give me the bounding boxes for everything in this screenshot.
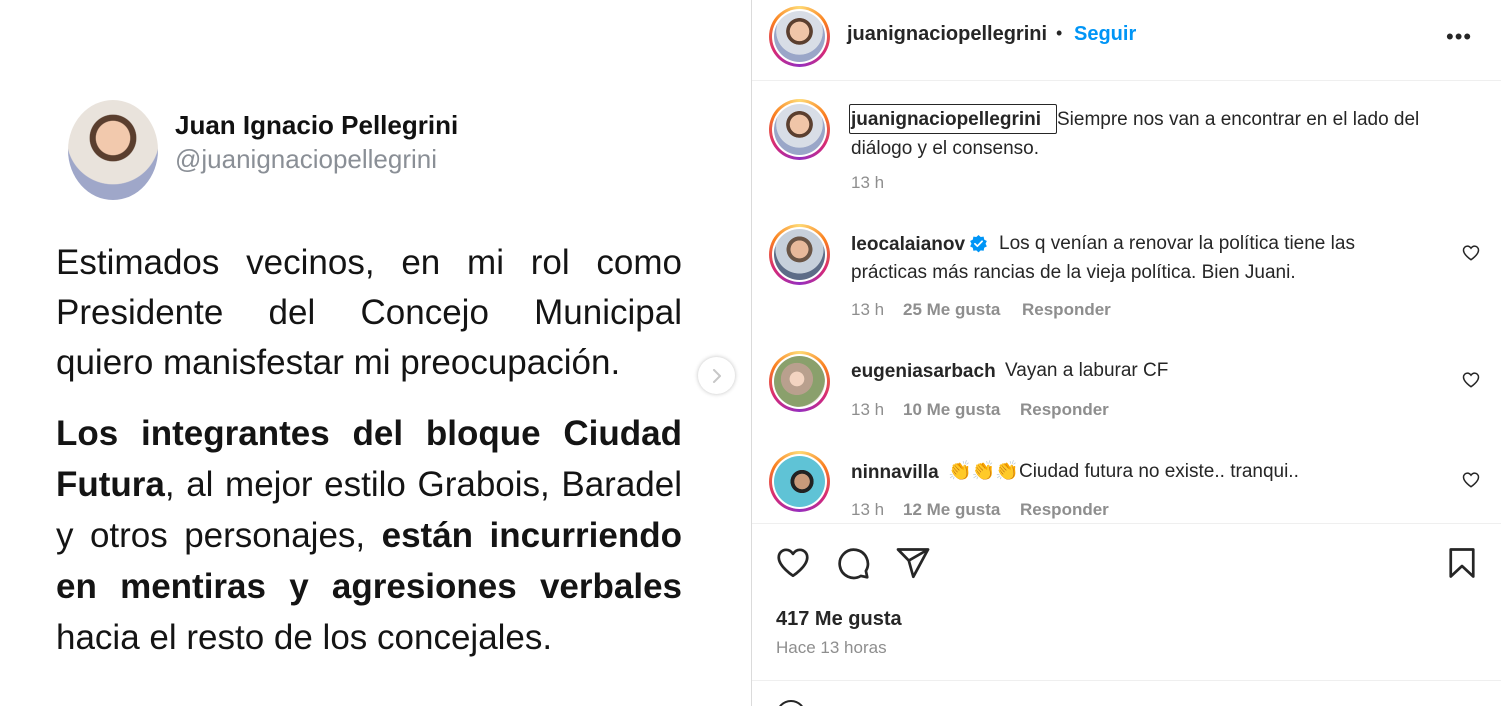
header-avatar[interactable] (769, 6, 830, 67)
comment-avatar[interactable] (769, 351, 830, 412)
tweet-avatar (68, 100, 158, 200)
comment-reply-button[interactable]: Responder (1020, 500, 1109, 520)
footer-divider (752, 680, 1501, 681)
comment-avatar[interactable] (769, 224, 830, 285)
comment-username[interactable]: eugeniasarbach (851, 361, 996, 383)
comment-text-line2: prácticas más rancias de la vieja políti… (851, 262, 1296, 283)
comment-like-icon[interactable] (1462, 371, 1480, 389)
tweet-paragraph-2: Los integrantes del bloque Ciudad Futura… (56, 408, 682, 663)
comments-divider (752, 523, 1501, 524)
comment-reply-text[interactable]: Responder (1022, 300, 1111, 319)
chevron-right-icon (712, 368, 721, 383)
header-separator: • (1056, 23, 1063, 43)
caption-text: Siempre nos van a encontrar en el lado d… (1057, 109, 1420, 130)
tweet-paragraph-1: Estimados vecinos, en mi rol como Presid… (56, 243, 682, 382)
post-image: Juan Ignacio Pellegrini @juanignaciopell… (0, 0, 751, 706)
comment-reply-text[interactable]: Responder (1020, 500, 1109, 519)
comment-time: 13 h (851, 500, 885, 519)
caption-username[interactable]: juanignaciopellegrini (851, 109, 1041, 131)
header-divider (752, 80, 1501, 81)
comment-username-text[interactable]: leocalaianov (851, 234, 965, 255)
comment-text: Vayan a laburar CF (1005, 360, 1169, 381)
comment-reply-text[interactable]: Responder (1020, 400, 1109, 419)
tweet-author-name: Juan Ignacio Pellegrini (175, 110, 459, 140)
side-panel: juanignaciopellegrini • Seguir ••• juani… (752, 0, 1501, 706)
comment-text: 👏👏👏Ciudad futura no existe.. tranqui.. (948, 461, 1299, 482)
comment-time: 13 h (851, 300, 885, 319)
comment-likes[interactable]: 10 Me gusta (903, 400, 1000, 420)
tweet-author-handle: @juanignaciopellegrini (175, 144, 438, 174)
emoji-icon[interactable] (776, 700, 806, 706)
caption-time: 13 h (851, 173, 885, 192)
header-username[interactable]: juanignaciopellegrini (847, 23, 1047, 46)
comment-text: Los q venían a renovar la política tiene… (999, 233, 1355, 254)
comment-likes[interactable]: 25 Me gusta (903, 300, 1000, 320)
post-like-count[interactable]: 417 Me gusta (776, 608, 902, 631)
comment-time: 13 h (851, 400, 885, 419)
caption-text-line2: diálogo y el consenso. (851, 138, 1040, 159)
comment-username[interactable]: leocalaianov (851, 234, 988, 256)
comment-like-icon[interactable] (1462, 471, 1480, 489)
caption-avatar[interactable] (769, 99, 830, 160)
follow-button[interactable]: Seguir (1074, 23, 1136, 46)
comment-reply-button[interactable]: Responder (1022, 300, 1111, 320)
comment-reply-button[interactable]: Responder (1020, 400, 1109, 420)
comment-avatar[interactable] (769, 451, 830, 512)
comment-icon[interactable] (835, 545, 871, 581)
tweet-normal-2: hacia el resto de los concejales. (56, 618, 553, 657)
share-icon[interactable] (895, 545, 931, 581)
comment-likes-text[interactable]: 12 Me gusta (903, 500, 1000, 519)
heart-icon[interactable] (775, 545, 811, 581)
comment-username[interactable]: ninnavilla (851, 462, 939, 484)
more-options-icon[interactable]: ••• (1446, 24, 1472, 50)
comment-likes-text[interactable]: 10 Me gusta (903, 400, 1000, 419)
verified-badge-icon (970, 234, 987, 253)
comment-like-icon[interactable] (1462, 244, 1480, 262)
comment-likes[interactable]: 12 Me gusta (903, 500, 1000, 520)
bookmark-icon[interactable] (1444, 545, 1480, 581)
post-time-ago[interactable]: Hace 13 horas (776, 638, 887, 658)
next-slide-button[interactable] (698, 357, 735, 394)
comment-likes-text[interactable]: 25 Me gusta (903, 300, 1000, 319)
